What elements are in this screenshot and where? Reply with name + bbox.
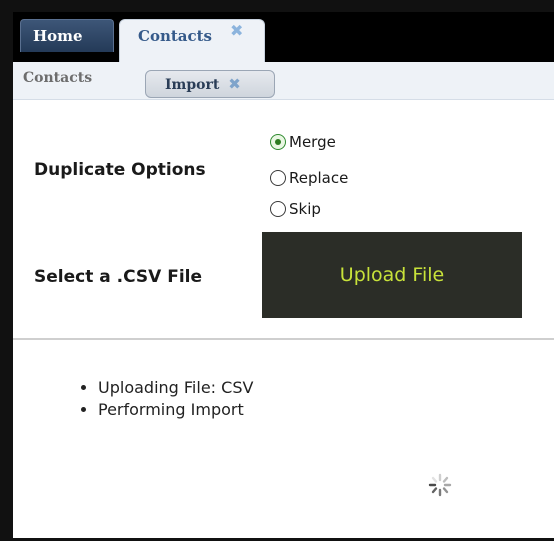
tab-contacts-label: Contacts xyxy=(138,27,213,45)
upload-file-button[interactable]: Upload File xyxy=(262,232,522,318)
top-tab-bar: Home Contacts ✖ xyxy=(13,12,554,62)
app-window: Home Contacts ✖ Contacts Import ✖ Duplic… xyxy=(13,12,554,538)
radio-option-merge[interactable]: Merge xyxy=(270,131,336,153)
tab-contacts[interactable]: Contacts ✖ xyxy=(119,19,265,62)
loading-spinner-icon xyxy=(428,473,452,497)
radio-option-label: Replace xyxy=(289,169,349,187)
close-icon[interactable]: ✖ xyxy=(230,14,243,47)
radio-option-label: Skip xyxy=(289,200,321,218)
tab-home[interactable]: Home xyxy=(20,19,114,52)
upload-file-label: Upload File xyxy=(339,264,445,286)
list-item: Performing Import xyxy=(98,399,253,421)
close-icon[interactable]: ✖ xyxy=(228,75,241,93)
radio-option-label: Merge xyxy=(289,133,336,151)
tab-home-label: Home xyxy=(33,27,83,45)
list-item: Uploading File: CSV xyxy=(98,377,253,399)
radio-unchecked-icon[interactable] xyxy=(270,170,286,186)
radio-unchecked-icon[interactable] xyxy=(270,201,286,217)
section-divider xyxy=(13,338,554,340)
import-status-list: Uploading File: CSV Performing Import xyxy=(78,377,253,421)
subnav-contacts-link[interactable]: Contacts xyxy=(23,70,92,86)
radio-option-replace[interactable]: Replace xyxy=(270,167,348,189)
radio-option-skip[interactable]: Skip xyxy=(270,198,321,220)
subnav-import-label: Import xyxy=(165,77,220,93)
subnav-import-tab[interactable]: Import ✖ xyxy=(145,70,275,98)
select-file-label: Select a .CSV File xyxy=(34,267,203,287)
sub-navigation: Contacts Import ✖ xyxy=(13,62,554,100)
radio-checked-icon[interactable] xyxy=(270,134,286,150)
duplicate-options-label: Duplicate Options xyxy=(34,160,206,180)
